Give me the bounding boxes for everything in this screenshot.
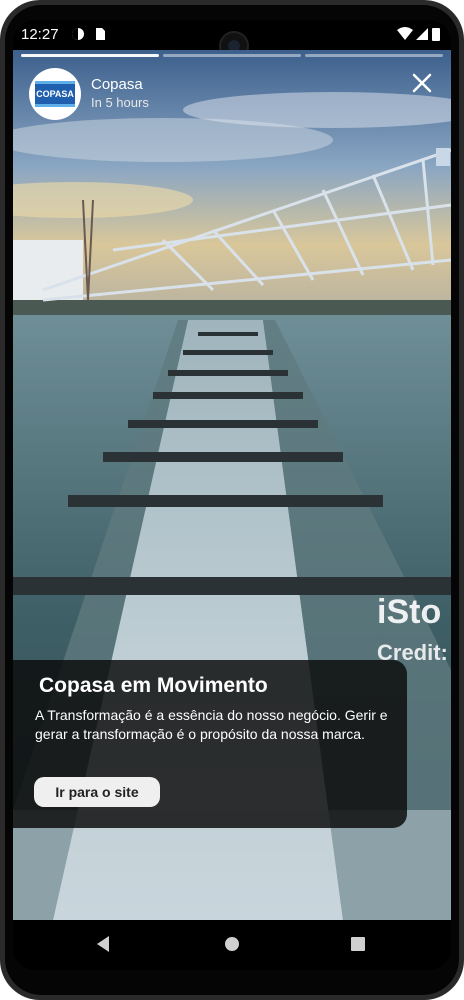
status-time: 12:27 [21,26,59,43]
story-card: Copasa em Movimento A Transformação é a … [13,660,407,828]
battery-icon [432,28,440,41]
recents-nav-icon[interactable] [350,935,366,953]
story-time: In 5 hours [91,95,149,110]
back-nav-icon[interactable] [95,935,111,953]
wifi-icon [397,27,413,40]
card-description: A Transformação é a essência do nosso ne… [35,707,388,742]
account-name[interactable]: Copasa [91,76,149,94]
screen: 12:27 COPASA Copasa In 5 hours iSto Cred… [13,20,451,970]
progress-segment [163,54,301,57]
copasa-logo: COPASA [35,81,75,107]
watermark-text: iSto [377,593,442,631]
story-viewer[interactable]: COPASA Copasa In 5 hours iSto Credit: Co… [13,50,451,920]
go-to-site-button[interactable]: Ir para o site [34,777,160,807]
logo-text: COPASA [36,89,74,99]
close-icon[interactable] [409,70,435,96]
home-nav-icon[interactable] [224,935,240,953]
progress-segment [305,54,443,57]
avatar[interactable]: COPASA [29,68,81,120]
story-header: COPASA Copasa In 5 hours [29,68,149,120]
signal-icon [416,28,428,40]
data-saver-icon [72,28,84,40]
story-progress-bar [21,54,443,57]
navigation-bar [13,920,451,970]
sim-card-icon [96,28,105,40]
progress-segment [21,54,159,57]
card-title: Copasa em Movimento [39,674,268,697]
